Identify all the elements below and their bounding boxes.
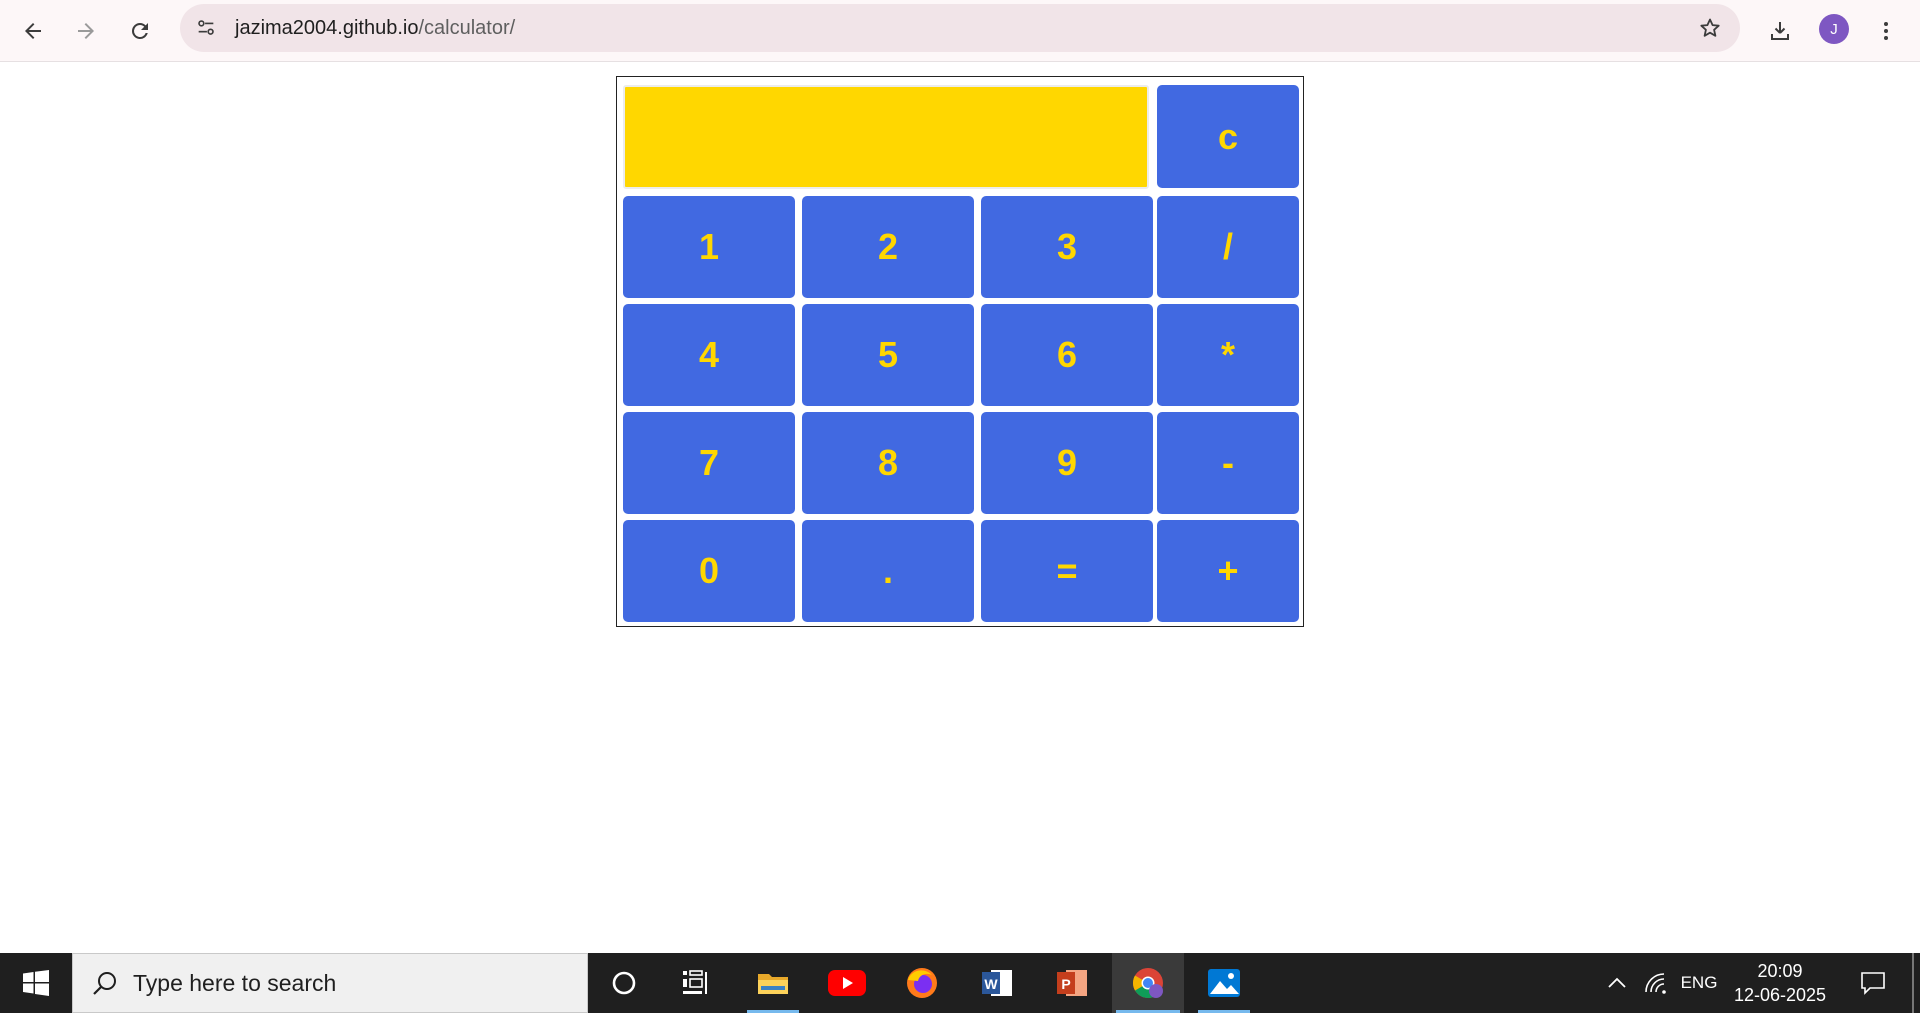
task-view-icon (683, 970, 707, 994)
key-6[interactable]: 6 (981, 304, 1153, 406)
key-5[interactable]: 5 (802, 304, 974, 406)
chevron-up-icon (1608, 977, 1626, 988)
youtube-icon (828, 970, 866, 996)
address-bar[interactable]: jazima2004.github.io/calculator/ (180, 4, 1740, 52)
key-9[interactable]: 9 (981, 412, 1153, 514)
chrome-icon (1132, 968, 1163, 999)
profile-avatar[interactable]: J (1819, 14, 1849, 44)
forward-arrow-icon (78, 23, 94, 39)
key-multiply[interactable]: * (1157, 304, 1299, 406)
back-button[interactable] (11, 9, 55, 53)
action-center-button[interactable] (1855, 953, 1891, 1013)
url-host: jazima2004.github.io (235, 17, 419, 39)
network-button[interactable] (1642, 953, 1670, 1013)
calculator: c 1 2 3/ 4 5 6 * 7 8 9- 0. = + (616, 76, 1304, 627)
notification-icon (1861, 972, 1885, 995)
powerpoint-taskbar-icon[interactable]: P (1042, 953, 1102, 1013)
windows-logo-icon (23, 970, 49, 996)
task-view-button[interactable] (666, 953, 726, 1013)
svg-text:P: P (1061, 976, 1070, 992)
windows-start-button[interactable] (0, 953, 72, 1013)
powerpoint-icon: P (1057, 970, 1087, 996)
cortana-circle-icon (612, 971, 636, 995)
reload-button[interactable] (118, 9, 162, 53)
cortana-button[interactable] (594, 953, 654, 1013)
key-3[interactable]: 3 (981, 196, 1153, 298)
calculator-display[interactable] (623, 85, 1149, 189)
firefox-icon (907, 968, 937, 998)
svg-text:W: W (984, 976, 998, 992)
key-0[interactable]: 0 (623, 520, 795, 622)
back-arrow-icon (25, 23, 41, 39)
key-equals[interactable]: = (981, 520, 1153, 622)
show-desktop-strip[interactable] (1912, 953, 1914, 1013)
kebab-menu-icon (1884, 22, 1888, 40)
photos-icon (1208, 969, 1240, 997)
url-path: /calculator/ (418, 17, 516, 39)
clear-button[interactable]: c (1157, 85, 1299, 188)
folder-icon (758, 974, 788, 994)
url-text[interactable]: jazima2004.github.io/calculator/ (235, 4, 515, 52)
language-indicator[interactable]: ENG (1678, 953, 1720, 1013)
browser-toolbar: jazima2004.github.io/calculator/ J (0, 0, 1920, 62)
taskbar-clock[interactable]: 20:09 12-06-2025 (1725, 959, 1835, 1007)
youtube-taskbar-icon[interactable] (817, 953, 877, 1013)
wifi-icon (1645, 973, 1666, 994)
photos-taskbar-icon[interactable] (1194, 953, 1254, 1013)
bookmark-star-icon[interactable] (1694, 12, 1726, 44)
site-info-icon[interactable] (190, 12, 222, 44)
key-1[interactable]: 1 (623, 196, 795, 298)
browser-menu-button[interactable] (1864, 9, 1908, 53)
key-add[interactable]: + (1157, 520, 1299, 622)
chrome-taskbar-icon[interactable] (1112, 953, 1184, 1013)
key-4[interactable]: 4 (623, 304, 795, 406)
show-hidden-icons-button[interactable] (1604, 953, 1630, 1013)
key-subtract[interactable]: - (1157, 412, 1299, 514)
key-7[interactable]: 7 (623, 412, 795, 514)
file-explorer-taskbar-icon[interactable] (743, 953, 803, 1013)
search-icon (93, 972, 116, 995)
download-icon (1771, 22, 1789, 40)
key-8[interactable]: 8 (802, 412, 974, 514)
key-2[interactable]: 2 (802, 196, 974, 298)
firefox-taskbar-icon[interactable] (892, 953, 952, 1013)
windows-taskbar: Type here to search W P ENG 20:09 12-06-… (0, 953, 1920, 1013)
word-taskbar-icon[interactable]: W (967, 953, 1027, 1013)
forward-button[interactable] (64, 9, 108, 53)
search-placeholder: Type here to search (133, 970, 337, 996)
taskbar-search-box[interactable]: Type here to search (72, 953, 588, 1013)
word-icon: W (982, 970, 1012, 996)
downloads-button[interactable] (1758, 9, 1802, 53)
clock-time: 20:09 (1757, 961, 1803, 981)
key-decimal[interactable]: . (802, 520, 974, 622)
reload-icon (132, 22, 148, 39)
key-divide[interactable]: / (1157, 196, 1299, 298)
clock-date: 12-06-2025 (1733, 985, 1827, 1005)
